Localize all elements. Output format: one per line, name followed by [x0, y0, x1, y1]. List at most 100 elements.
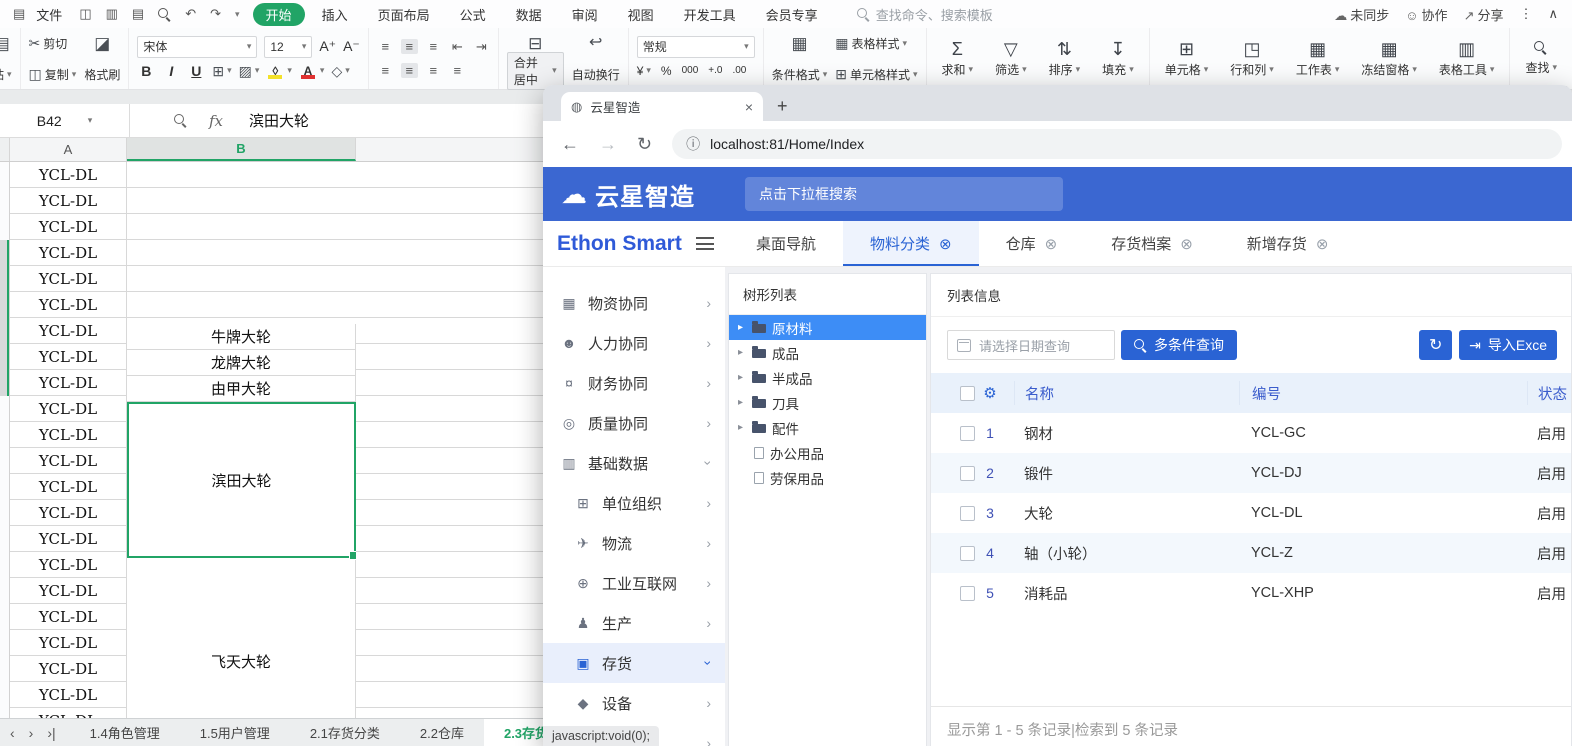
ribbon-big-button[interactable]: ⊞ 单元格▾ [1158, 33, 1216, 85]
row-header[interactable] [0, 318, 10, 344]
row-header[interactable] [0, 188, 10, 214]
cell-column-a[interactable]: YCL-DL [10, 708, 127, 718]
shrink-font-button[interactable]: A⁻ [343, 38, 360, 55]
export-icon[interactable]: ▥ [106, 6, 118, 22]
column-header-status[interactable]: 状态 [1527, 381, 1571, 405]
expand-arrow-icon[interactable]: ▸ [738, 322, 746, 333]
ribbon-tab[interactable]: 数据 [503, 3, 555, 26]
more-commands-caret-icon[interactable]: ▾ [235, 9, 240, 20]
table-row[interactable]: 4 轴（小轮） YCL-Z 启用 [931, 533, 1571, 573]
decrease-indent-icon[interactable]: ⇤ [449, 39, 466, 55]
select-all-checkbox[interactable] [960, 386, 975, 401]
ribbon-big-button[interactable]: Σ 求和▾ [935, 33, 981, 85]
ribbon-tab[interactable]: 视图 [615, 3, 667, 26]
row-checkbox[interactable] [960, 506, 975, 521]
cell-column-a[interactable]: YCL-DL [10, 422, 127, 448]
align-bottom-icon[interactable]: ≡ [425, 39, 442, 54]
column-header-b[interactable]: B [127, 138, 356, 161]
bold-button[interactable]: B [137, 63, 155, 79]
select-all-corner[interactable] [0, 138, 10, 161]
menu-toggle-icon[interactable] [696, 237, 714, 250]
tree-item[interactable]: ▸ 配件 [729, 415, 926, 440]
row-header[interactable] [0, 500, 10, 526]
page-tab[interactable]: 桌面导航 [729, 221, 843, 266]
cell-column-a[interactable]: YCL-DL [10, 474, 127, 500]
sheet-tab[interactable]: 1.4角色管理 [70, 719, 180, 746]
cell-column-a[interactable]: YCL-DL [10, 448, 127, 474]
cell-column-a[interactable]: YCL-DL [10, 396, 127, 422]
cell-column-b[interactable] [127, 240, 356, 266]
align-top-icon[interactable]: ≡ [377, 39, 394, 54]
print-icon[interactable]: ▤ [132, 6, 144, 22]
sidebar-item[interactable]: ⊕ 工业互联网 › [543, 563, 725, 603]
url-bar[interactable]: ⓘ localhost:81/Home/Index [672, 129, 1562, 159]
merged-cell[interactable]: 飞天大轮 [127, 558, 356, 718]
percent-button[interactable]: % [661, 64, 672, 78]
cell-column-a[interactable]: YCL-DL [10, 578, 127, 604]
row-header[interactable] [0, 578, 10, 604]
row-header[interactable] [0, 266, 10, 292]
paste-button[interactable]: 贴▾ [0, 66, 12, 83]
share-button[interactable]: ↗分享 [1464, 5, 1504, 24]
undo-icon[interactable]: ↶ [185, 6, 196, 22]
table-row[interactable]: 2 锻件 YCL-DJ 启用 [931, 453, 1571, 493]
row-header[interactable] [0, 474, 10, 500]
sheet-nav-next-icon[interactable]: › [29, 725, 34, 741]
tree-item[interactable]: ▸ 原材料 [729, 315, 926, 340]
font-name-select[interactable]: 宋体▾ [137, 36, 257, 58]
underline-button[interactable]: U [187, 63, 205, 79]
close-page-tab-icon[interactable]: ⊗ [1045, 235, 1058, 253]
zoom-formula-icon[interactable] [174, 114, 187, 127]
eraser-button[interactable]: ◇▾ [331, 64, 349, 78]
fx-icon[interactable]: fx [209, 112, 223, 130]
ribbon-big-button[interactable]: ▽ 筛选▾ [988, 33, 1034, 85]
tree-item[interactable]: ▸ 劳保用品 [729, 465, 926, 490]
cell-column-a[interactable]: YCL-DL [10, 630, 127, 656]
sidebar-item[interactable]: ✈ 物流 › [543, 523, 725, 563]
forward-icon[interactable]: → [591, 134, 625, 155]
tree-item[interactable]: ▸ 办公用品 [729, 440, 926, 465]
thousands-button[interactable]: 000 [682, 65, 699, 76]
paste-icon[interactable]: ▤ [0, 35, 10, 52]
sheet-tab[interactable]: 1.5用户管理 [180, 719, 290, 746]
row-header[interactable] [0, 604, 10, 630]
multi-condition-query-button[interactable]: 多条件查询 [1121, 330, 1237, 360]
row-header[interactable] [0, 526, 10, 552]
date-query-input[interactable]: 请选择日期查询 [947, 330, 1115, 360]
cell-column-a[interactable]: YCL-DL [10, 552, 127, 578]
merged-cell[interactable]: 龙牌大轮 [127, 350, 356, 376]
row-header[interactable] [0, 214, 10, 240]
row-header[interactable] [0, 682, 10, 708]
cell-style-button[interactable]: ⊞单元格样式▾ [835, 66, 917, 83]
collaborate-button[interactable]: ☺协作 [1405, 5, 1447, 24]
font-size-select[interactable]: 12▾ [264, 36, 312, 58]
table-row[interactable]: 5 消耗品 YCL-XHP 启用 [931, 573, 1571, 613]
close-page-tab-icon[interactable]: ⊗ [939, 235, 952, 253]
ribbon-big-button[interactable]: ◳ 行和列▾ [1223, 33, 1281, 85]
cell-column-a[interactable]: YCL-DL [10, 188, 127, 214]
file-menu[interactable]: 文件 [36, 5, 62, 24]
formula-value[interactable]: 滨田大轮 [249, 110, 309, 131]
tree-item[interactable]: ▸ 成品 [729, 340, 926, 365]
cell-column-a[interactable]: YCL-DL [10, 240, 127, 266]
sidebar-item[interactable]: ⊞ 单位组织 › [543, 483, 725, 523]
sidebar-item[interactable]: ▣ 存货 › [543, 643, 725, 683]
close-page-tab-icon[interactable]: ⊗ [1316, 235, 1329, 253]
import-excel-button[interactable]: ⇥ 导入Exce [1459, 330, 1557, 360]
ribbon-tab[interactable]: 页面布局 [365, 3, 443, 26]
row-checkbox[interactable] [960, 546, 975, 561]
cell-name-box[interactable]: B42▾ [0, 104, 130, 137]
row-checkbox[interactable] [960, 586, 975, 601]
row-header[interactable] [0, 240, 10, 266]
cell-column-a[interactable]: YCL-DL [10, 370, 127, 396]
sync-status[interactable]: ☁未同步 [1334, 5, 1389, 24]
cell-column-a[interactable]: YCL-DL [10, 604, 127, 630]
row-header[interactable] [0, 344, 10, 370]
row-header[interactable] [0, 552, 10, 578]
expand-arrow-icon[interactable]: ▸ [738, 397, 746, 408]
expand-arrow-icon[interactable]: ▸ [738, 347, 746, 358]
sidebar-item[interactable]: ◎ 质量协同 › [543, 403, 725, 443]
ribbon-tab[interactable]: 审阅 [559, 3, 611, 26]
back-icon[interactable]: ← [553, 134, 587, 155]
sidebar-item[interactable]: ¤ 财务协同 › [543, 363, 725, 403]
